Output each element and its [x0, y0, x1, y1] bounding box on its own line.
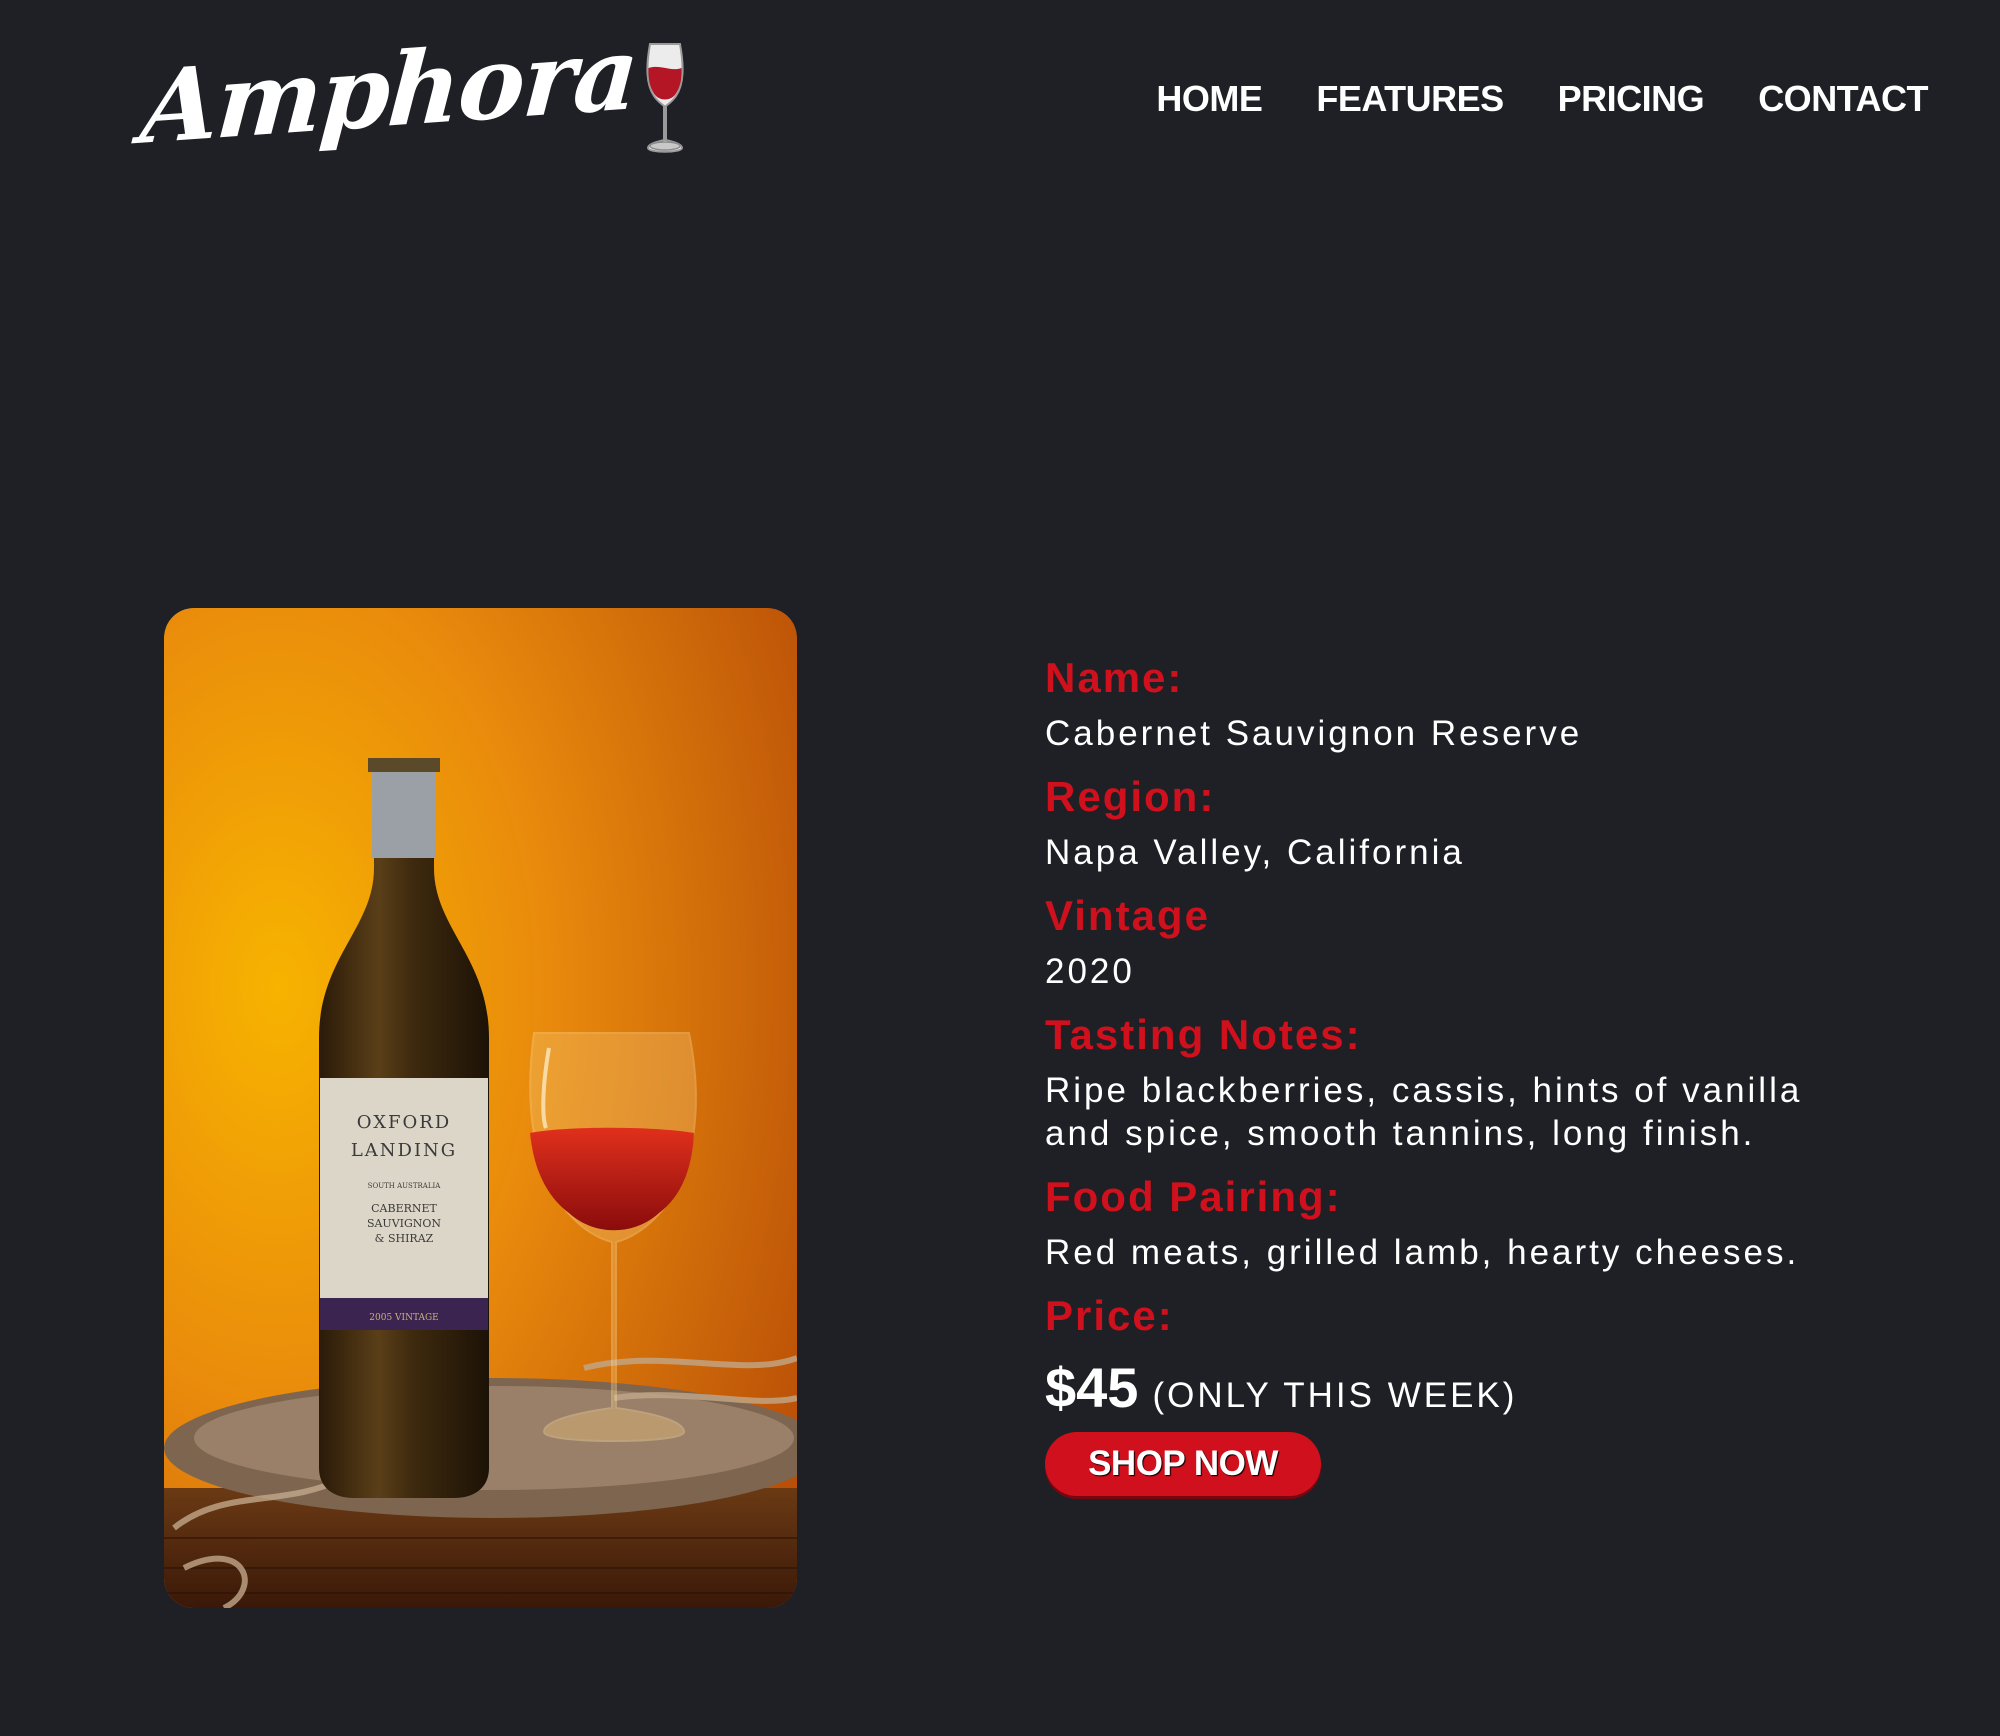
name-value: Cabernet Sauvignon Reserve: [1045, 714, 1583, 753]
nav-features-link[interactable]: FEATURES: [1316, 78, 1504, 120]
food-pairing-label: Food Pairing:: [1045, 1173, 1342, 1220]
bottle-label-line2: LANDING: [351, 1140, 457, 1161]
bottle-label-region: SOUTH AUSTRALIA: [368, 1182, 442, 1190]
product-details: Name: Cabernet Sauvignon Reserve Region:…: [1045, 648, 1865, 1496]
bottle-label-variety1: CABERNET: [371, 1202, 437, 1215]
region-label: Region:: [1045, 773, 1216, 820]
bottle-label-vintage: 2005 VINTAGE: [369, 1313, 438, 1323]
nav-contact-link[interactable]: CONTACT: [1758, 78, 1928, 120]
vintage-value: 2020: [1045, 952, 1135, 991]
price-label: Price:: [1045, 1292, 1174, 1339]
food-pairing-value: Red meats, grilled lamb, hearty cheeses.: [1045, 1233, 1800, 1272]
tasting-notes-label: Tasting Notes:: [1045, 1011, 1362, 1058]
wine-glass-icon: [646, 43, 684, 153]
wine-bottle-photo: OXFORD LANDING SOUTH AUSTRALIA CABERNET …: [164, 608, 797, 1608]
price-row: $45 (ONLY THIS WEEK): [1045, 1356, 1865, 1420]
tasting-notes-value: Ripe blackberries, cassis, hints of vani…: [1045, 1071, 1803, 1153]
brand-logo[interactable]: Amphora: [137, 14, 688, 167]
bottle-label-line1: OXFORD: [357, 1112, 452, 1133]
bottle-label-variety3: & SHIRAZ: [375, 1232, 434, 1245]
price-amount: $45: [1045, 1356, 1139, 1419]
name-label: Name:: [1045, 654, 1184, 701]
region-value: Napa Valley, California: [1045, 833, 1465, 872]
main-nav: HOME FEATURES PRICING CONTACT: [1156, 78, 1928, 120]
bottle-label-variety2: SAUVIGNON: [367, 1217, 441, 1230]
shop-now-button[interactable]: SHOP NOW: [1045, 1432, 1321, 1496]
vintage-label: Vintage: [1045, 892, 1210, 939]
nav-home-link[interactable]: HOME: [1156, 78, 1263, 120]
nav-pricing-link[interactable]: PRICING: [1558, 78, 1705, 120]
price-note: (ONLY THIS WEEK): [1152, 1376, 1518, 1415]
product-photo: OXFORD LANDING SOUTH AUSTRALIA CABERNET …: [164, 608, 797, 1608]
brand-name: Amphora: [137, 13, 641, 168]
